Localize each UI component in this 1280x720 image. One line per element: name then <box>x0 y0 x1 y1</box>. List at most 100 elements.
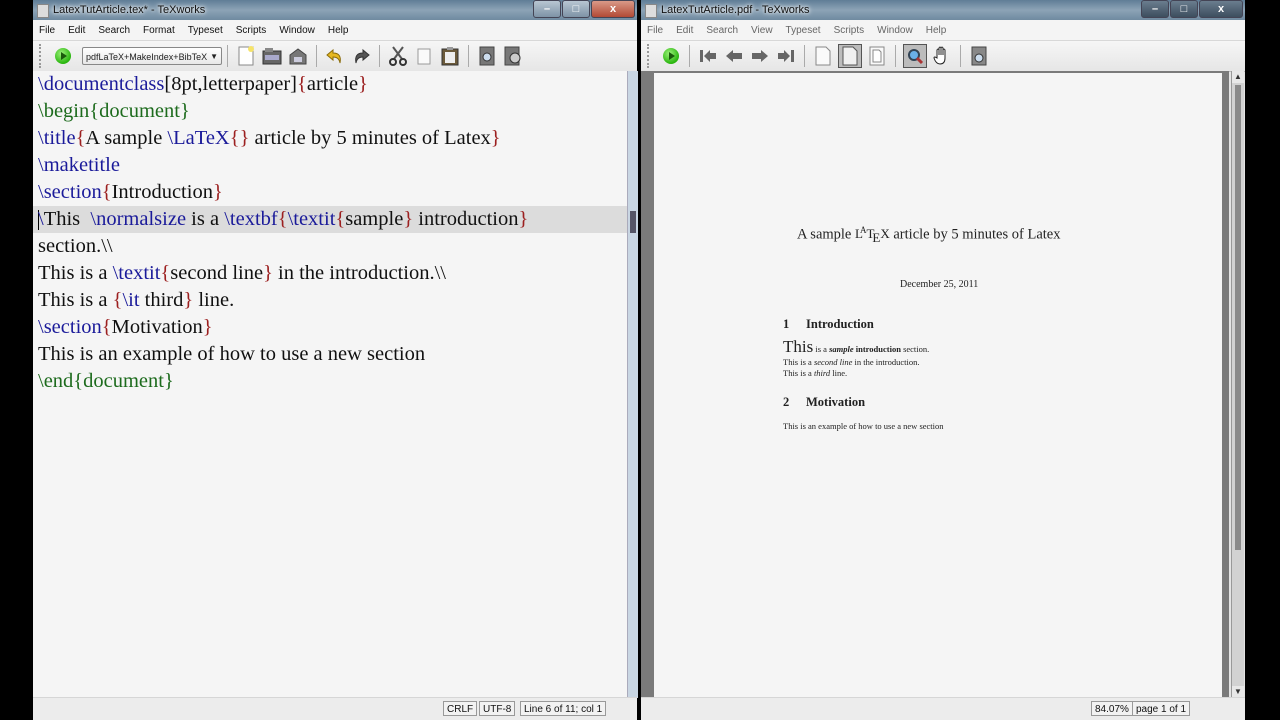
replace-button[interactable] <box>502 45 524 67</box>
find-button[interactable] <box>476 45 498 67</box>
latex-brace: } <box>212 181 223 203</box>
source-line[interactable]: \section{Introduction} <box>33 179 627 206</box>
doc-paragraph-line: This is a second line in the introductio… <box>783 357 919 367</box>
source-line[interactable]: This is an example of how to use a new s… <box>33 341 627 368</box>
editor-scroll-thumb[interactable] <box>630 211 636 233</box>
menu-window[interactable]: Window <box>279 25 315 36</box>
latex-brace: { <box>335 208 346 230</box>
menu-help[interactable]: Help <box>926 25 947 36</box>
toolbar-grip[interactable] <box>647 44 652 68</box>
chevron-down-icon: ▼ <box>210 52 218 61</box>
go-to-source-button[interactable] <box>968 45 990 67</box>
source-line[interactable]: This is a \textit{second line} in the in… <box>33 260 627 287</box>
menu-file[interactable]: File <box>39 25 55 36</box>
open-button[interactable] <box>261 45 283 67</box>
menu-edit[interactable]: Edit <box>68 25 85 36</box>
typeset-engine-select[interactable]: pdfLaTeX+MakeIndex+BibTeX ▼ <box>82 47 222 65</box>
line-ending-indicator[interactable]: CRLF <box>443 701 478 716</box>
menu-search[interactable]: Search <box>98 25 130 36</box>
source-line[interactable]: \documentclass[8pt,letterpaper]{article} <box>33 71 627 98</box>
paste-button[interactable] <box>439 45 461 67</box>
typeset-button[interactable] <box>660 45 682 67</box>
maximize-button[interactable]: □ <box>562 0 590 18</box>
latex-command: \section <box>38 181 102 203</box>
undo-button[interactable] <box>324 45 346 67</box>
save-button[interactable] <box>287 45 309 67</box>
minimize-button[interactable]: – <box>533 0 561 18</box>
latex-command: \normalsize <box>90 208 187 230</box>
source-line[interactable]: This is a {\it third} line. <box>33 287 627 314</box>
menu-typeset[interactable]: Typeset <box>188 25 223 36</box>
maximize-button[interactable]: □ <box>1170 0 1198 18</box>
source-editor[interactable]: \documentclass[8pt,letterpaper]{article}… <box>33 71 627 698</box>
source-line[interactable]: \title{A sample \LaTeX{} article by 5 mi… <box>33 125 627 152</box>
new-document-button[interactable] <box>235 45 257 67</box>
zoom-level: 84.07% <box>1091 701 1133 716</box>
cut-button[interactable] <box>387 45 409 67</box>
menu-edit[interactable]: Edit <box>676 25 693 36</box>
menu-view[interactable]: View <box>751 25 773 36</box>
menu-format[interactable]: Format <box>143 25 175 36</box>
scroll-up-icon[interactable]: ▲ <box>1232 71 1244 83</box>
editor-titlebar[interactable]: LatexTutArticle.tex* - TeXworks – □ x <box>33 0 637 20</box>
copy-button[interactable] <box>413 45 435 67</box>
editor-scrollbar[interactable] <box>627 71 638 698</box>
redo-button[interactable] <box>350 45 372 67</box>
pdf-menubar: File Edit Search View Typeset Scripts Wi… <box>641 20 1245 41</box>
hand-scroll-button[interactable] <box>931 45 953 67</box>
latex-environment: { <box>73 370 84 392</box>
paste-icon <box>441 47 459 66</box>
replace-icon <box>504 46 521 66</box>
latex-environment: } <box>179 100 190 122</box>
previous-page-button[interactable] <box>723 45 745 67</box>
fit-page-button[interactable] <box>866 45 888 67</box>
menu-search[interactable]: Search <box>706 25 738 36</box>
last-page-button[interactable] <box>775 45 797 67</box>
encoding-indicator[interactable]: UTF-8 <box>479 701 516 716</box>
menu-scripts[interactable]: Scripts <box>834 25 865 36</box>
magnify-button[interactable] <box>903 44 927 68</box>
typeset-play-icon <box>55 48 71 64</box>
latex-command: \textit <box>287 208 336 230</box>
next-page-button[interactable] <box>749 45 771 67</box>
close-button[interactable]: x <box>1199 0 1243 18</box>
latex-command: \title <box>38 127 76 149</box>
latex-brace: { <box>277 208 288 230</box>
menu-help[interactable]: Help <box>328 25 349 36</box>
latex-environment: document <box>83 370 164 392</box>
pdf-viewer[interactable]: A sample LATEX article by 5 minutes of L… <box>641 71 1229 698</box>
latex-command: \it <box>122 289 140 311</box>
fit-page-icon <box>869 46 885 66</box>
menu-typeset[interactable]: Typeset <box>786 25 821 36</box>
source-line[interactable]: section.\\ <box>33 233 627 260</box>
texworks-app-icon <box>645 4 657 18</box>
latex-brace: { <box>160 262 171 284</box>
pdf-scrollbar[interactable]: ▲ ▼ <box>1231 71 1244 698</box>
pdf-titlebar[interactable]: LatexTutArticle.pdf - TeXworks – □ x <box>641 0 1245 20</box>
latex-brace: { <box>112 289 123 311</box>
latex-text: [8pt,letterpaper] <box>164 73 297 95</box>
typeset-button[interactable] <box>52 45 74 67</box>
menu-file[interactable]: File <box>647 25 663 36</box>
editor-menubar: File Edit Search Format Typeset Scripts … <box>33 20 637 41</box>
latex-text: Introduction <box>111 181 213 203</box>
latex-brace: } <box>403 208 414 230</box>
first-page-button[interactable] <box>697 45 719 67</box>
menu-scripts[interactable]: Scripts <box>236 25 267 36</box>
doc-section-heading: 2 Motivation <box>783 395 865 410</box>
actual-size-button[interactable] <box>812 45 834 67</box>
latex-text: This is a <box>38 262 113 284</box>
current-source-line[interactable]: \This \normalsize is a \textbf{\textit{s… <box>33 206 627 233</box>
editor-window-title: LatexTutArticle.tex* - TeXworks <box>53 4 206 16</box>
fit-width-button[interactable] <box>838 44 862 68</box>
source-line[interactable]: \end{document} <box>33 368 627 395</box>
minimize-button[interactable]: – <box>1141 0 1169 18</box>
doc-title: A sample LATEX article by 5 minutes of L… <box>797 225 1060 246</box>
menu-window[interactable]: Window <box>877 25 913 36</box>
toolbar-grip[interactable] <box>39 44 44 68</box>
close-button[interactable]: x <box>591 0 635 18</box>
source-line[interactable]: \section{Motivation} <box>33 314 627 341</box>
source-line[interactable]: \begin{document} <box>33 98 627 125</box>
pdf-scroll-thumb[interactable] <box>1235 85 1241 550</box>
source-line[interactable]: \maketitle <box>33 152 627 179</box>
